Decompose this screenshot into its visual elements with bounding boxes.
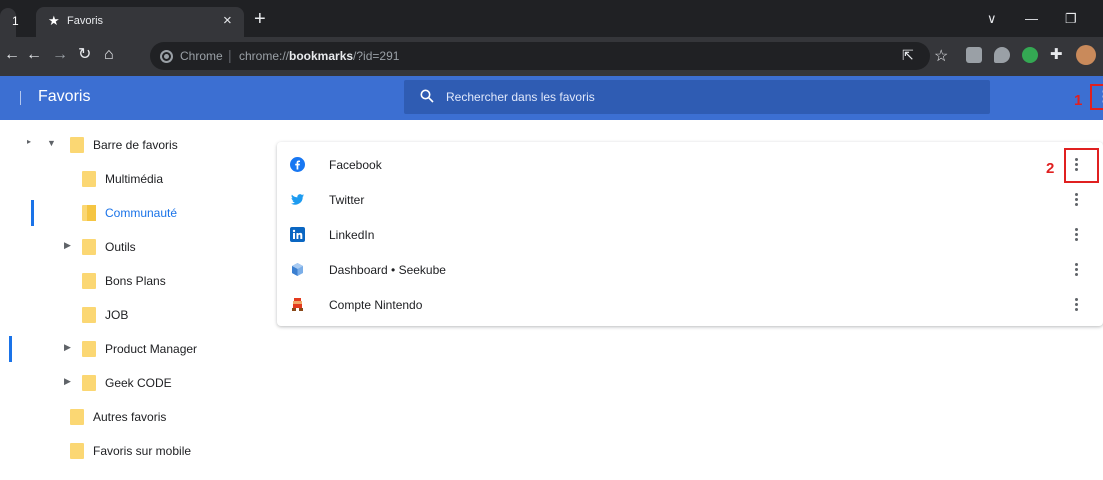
browser-toolbar: ← ← → ↻ ⌂ Chrome | chrome://bookmarks/?i… (0, 37, 1103, 76)
bookmark-row[interactable]: Twitter (277, 182, 1103, 217)
tab-stub-label: 1 (12, 14, 19, 28)
caret-right-icon[interactable]: ▶ (64, 376, 71, 387)
nintendo-icon (290, 297, 305, 312)
close-icon[interactable]: × (223, 12, 232, 29)
menu-mark (20, 91, 21, 105)
seekube-icon (290, 262, 305, 277)
folder-icon (82, 375, 96, 391)
caret-right-icon[interactable]: ▸ (27, 137, 31, 146)
bookmark-star-icon[interactable]: ☆ (934, 46, 948, 66)
back-icon[interactable]: ← (26, 45, 42, 65)
caret-right-icon[interactable]: ▶ (64, 240, 71, 251)
sidebar-item-label: Product Manager (105, 342, 198, 356)
folder-icon (82, 307, 96, 323)
sidebar-item-label: Outils (105, 240, 136, 254)
chrome-site-icon (162, 52, 171, 61)
sidebar-item-label: Barre de favoris (93, 138, 178, 152)
tab-strip: 1 ★ Favoris × + ∨ — ❐ (0, 0, 1103, 37)
sidebar-item[interactable]: Communauté (0, 196, 260, 230)
star-icon: ★ (48, 13, 60, 28)
sidebar-item-label: JOB (105, 308, 129, 322)
selection-indicator (31, 200, 34, 226)
restore-icon[interactable]: ❐ (1065, 11, 1077, 27)
folder-icon (70, 409, 84, 425)
tab-favoris[interactable]: ★ Favoris × (36, 7, 244, 37)
bookmark-title: Dashboard • Seekube (329, 263, 446, 277)
folder-icon (82, 171, 96, 187)
folder-icon (82, 239, 96, 255)
selection-indicator (9, 336, 12, 362)
more-vert-icon[interactable]: ⋮ (1096, 89, 1103, 104)
folder-icon (70, 137, 84, 153)
more-vert-icon[interactable] (1073, 296, 1081, 312)
caret-right-icon[interactable]: ▶ (64, 342, 71, 353)
green-extension-icon[interactable] (1022, 47, 1038, 63)
bookmark-title: Compte Nintendo (329, 298, 423, 312)
bookmark-row[interactable]: Dashboard • Seekube (277, 252, 1103, 287)
sidebar-item[interactable]: ▶ Product Manager (0, 332, 260, 366)
pdf-extension-icon[interactable] (966, 47, 982, 63)
sidebar-item-label: Favoris sur mobile (93, 444, 192, 458)
new-tab-button[interactable]: + (254, 9, 266, 29)
sidebar-item[interactable]: Favoris sur mobile (0, 434, 260, 468)
more-vert-icon[interactable] (1073, 191, 1081, 207)
caret-down-icon[interactable]: ▼ (47, 138, 56, 148)
page-title: Favoris (38, 88, 91, 105)
puzzle-icon[interactable]: ✚ (1050, 45, 1063, 65)
forward-icon[interactable]: → (52, 45, 68, 65)
sidebar-item[interactable]: Bons Plans (0, 264, 260, 298)
folder-icon (82, 273, 96, 289)
bookmark-row[interactable]: LinkedIn (277, 217, 1103, 252)
back-stub-icon[interactable]: ← (4, 45, 20, 65)
sidebar-item-label: Bons Plans (105, 274, 166, 288)
more-vert-icon[interactable] (1073, 261, 1081, 277)
sidebar-item[interactable]: JOB (0, 298, 260, 332)
url-text: chrome://bookmarks/?id=291 (239, 49, 400, 63)
sidebar-item-label: Geek CODE (105, 376, 172, 390)
avatar[interactable] (1076, 45, 1096, 65)
chevron-down-icon[interactable]: ∨ (987, 11, 997, 27)
sidebar-item-label: Multimédia (105, 172, 164, 186)
folder-tree: ▼ Barre de favoris Multimédia Communauté ▶ Ou… (0, 120, 276, 480)
search-icon (420, 89, 434, 103)
bookmarks-header: Favoris 1 ⋮ (0, 76, 1103, 120)
share-icon[interactable]: ⇱ (902, 47, 914, 64)
bookmark-title: Facebook (329, 158, 382, 172)
bookmark-title: LinkedIn (329, 228, 375, 242)
linkedin-icon (290, 227, 305, 242)
sidebar-item-label: Autres favoris (93, 410, 167, 424)
minimize-icon[interactable]: — (1025, 11, 1038, 26)
folder-icon (70, 443, 84, 459)
address-bar[interactable]: Chrome | chrome://bookmarks/?id=291 ⇱ ☆ (150, 42, 948, 70)
omnibox-separator: | (228, 47, 232, 63)
folder-icon (82, 341, 96, 357)
chat-extension-icon[interactable] (994, 47, 1010, 63)
more-vert-icon[interactable] (1073, 226, 1081, 242)
sidebar-item[interactable]: Autres favoris (0, 400, 260, 434)
sidebar-item-label: Communauté (105, 206, 178, 220)
annotation-2-box (1064, 148, 1099, 183)
search-input[interactable] (446, 87, 966, 107)
reload-icon[interactable]: ↻ (78, 45, 91, 65)
bookmark-list: Facebook Twitter LinkedIn Dashboard • Seeku… (277, 142, 1103, 326)
annotation-1-label: 1 (1074, 92, 1083, 109)
sidebar-item[interactable]: ▶ Outils (0, 230, 260, 264)
tab-title: Favoris (67, 15, 104, 27)
bookmark-row[interactable]: Compte Nintendo (277, 287, 1103, 322)
folder-open-icon (82, 205, 96, 221)
twitter-icon (290, 192, 305, 207)
site-label: Chrome (180, 49, 223, 63)
home-icon[interactable]: ⌂ (104, 45, 114, 65)
annotation-2-label: 2 (1046, 160, 1055, 177)
bookmark-row[interactable]: Facebook (277, 147, 1103, 182)
search-box[interactable] (404, 80, 990, 114)
bookmark-title: Twitter (329, 193, 365, 207)
sidebar-item[interactable]: Multimédia (0, 162, 260, 196)
sidebar-item[interactable]: ▼ Barre de favoris (0, 128, 260, 162)
sidebar-item[interactable]: ▶ Geek CODE (0, 366, 260, 400)
facebook-icon (290, 157, 305, 172)
